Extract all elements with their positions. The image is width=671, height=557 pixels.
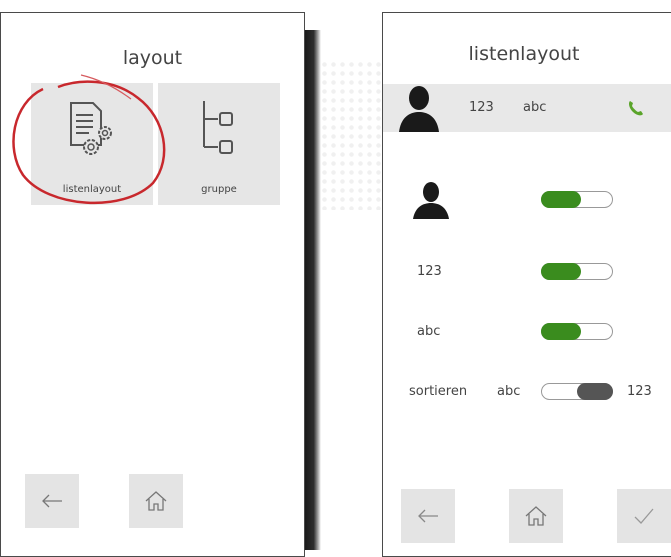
person-icon <box>399 86 439 132</box>
sort-toggle[interactable] <box>541 383 613 400</box>
page-title: layout <box>122 47 183 69</box>
highlight-circle <box>12 74 166 205</box>
preview-row: 123 abc <box>383 84 671 132</box>
number-toggle[interactable] <box>541 263 613 280</box>
gruppe-tile[interactable]: gruppe <box>158 83 280 205</box>
panel-shadow <box>305 30 321 550</box>
home-button[interactable] <box>509 489 563 543</box>
name-toggle[interactable] <box>541 323 613 340</box>
home-icon <box>145 491 167 511</box>
home-button[interactable] <box>129 474 183 528</box>
confirm-button[interactable] <box>617 489 671 543</box>
background-pattern <box>320 60 390 210</box>
listenlayout-screen: listenlayout 123 abc 123 abc sortieren a… <box>382 12 671 557</box>
person-icon <box>413 182 449 219</box>
home-icon <box>525 506 547 526</box>
sort-label: sortieren <box>409 384 468 399</box>
toggle-fill <box>541 191 581 208</box>
sort-right-value: 123 <box>627 384 652 399</box>
row-label-number: 123 <box>417 264 442 279</box>
toggle-fill <box>577 383 613 400</box>
layout-screen: layout listenlayout gruppe <box>0 12 305 557</box>
back-button[interactable] <box>25 474 79 528</box>
person-toggle[interactable] <box>541 191 613 208</box>
tree-structure-icon <box>203 101 233 154</box>
checkmark-icon <box>634 508 654 524</box>
toggle-fill <box>541 323 581 340</box>
toggle-fill <box>541 263 581 280</box>
phone-icon <box>629 101 643 116</box>
sort-left-value: abc <box>497 384 521 399</box>
tile-label: gruppe <box>201 184 237 195</box>
arrow-left-icon <box>42 494 62 508</box>
row-label-name: abc <box>417 324 441 339</box>
preview-name: abc <box>523 100 547 115</box>
preview-number: 123 <box>469 100 494 115</box>
back-button[interactable] <box>401 489 455 543</box>
page-title: listenlayout <box>468 43 580 65</box>
arrow-left-icon <box>418 509 438 523</box>
